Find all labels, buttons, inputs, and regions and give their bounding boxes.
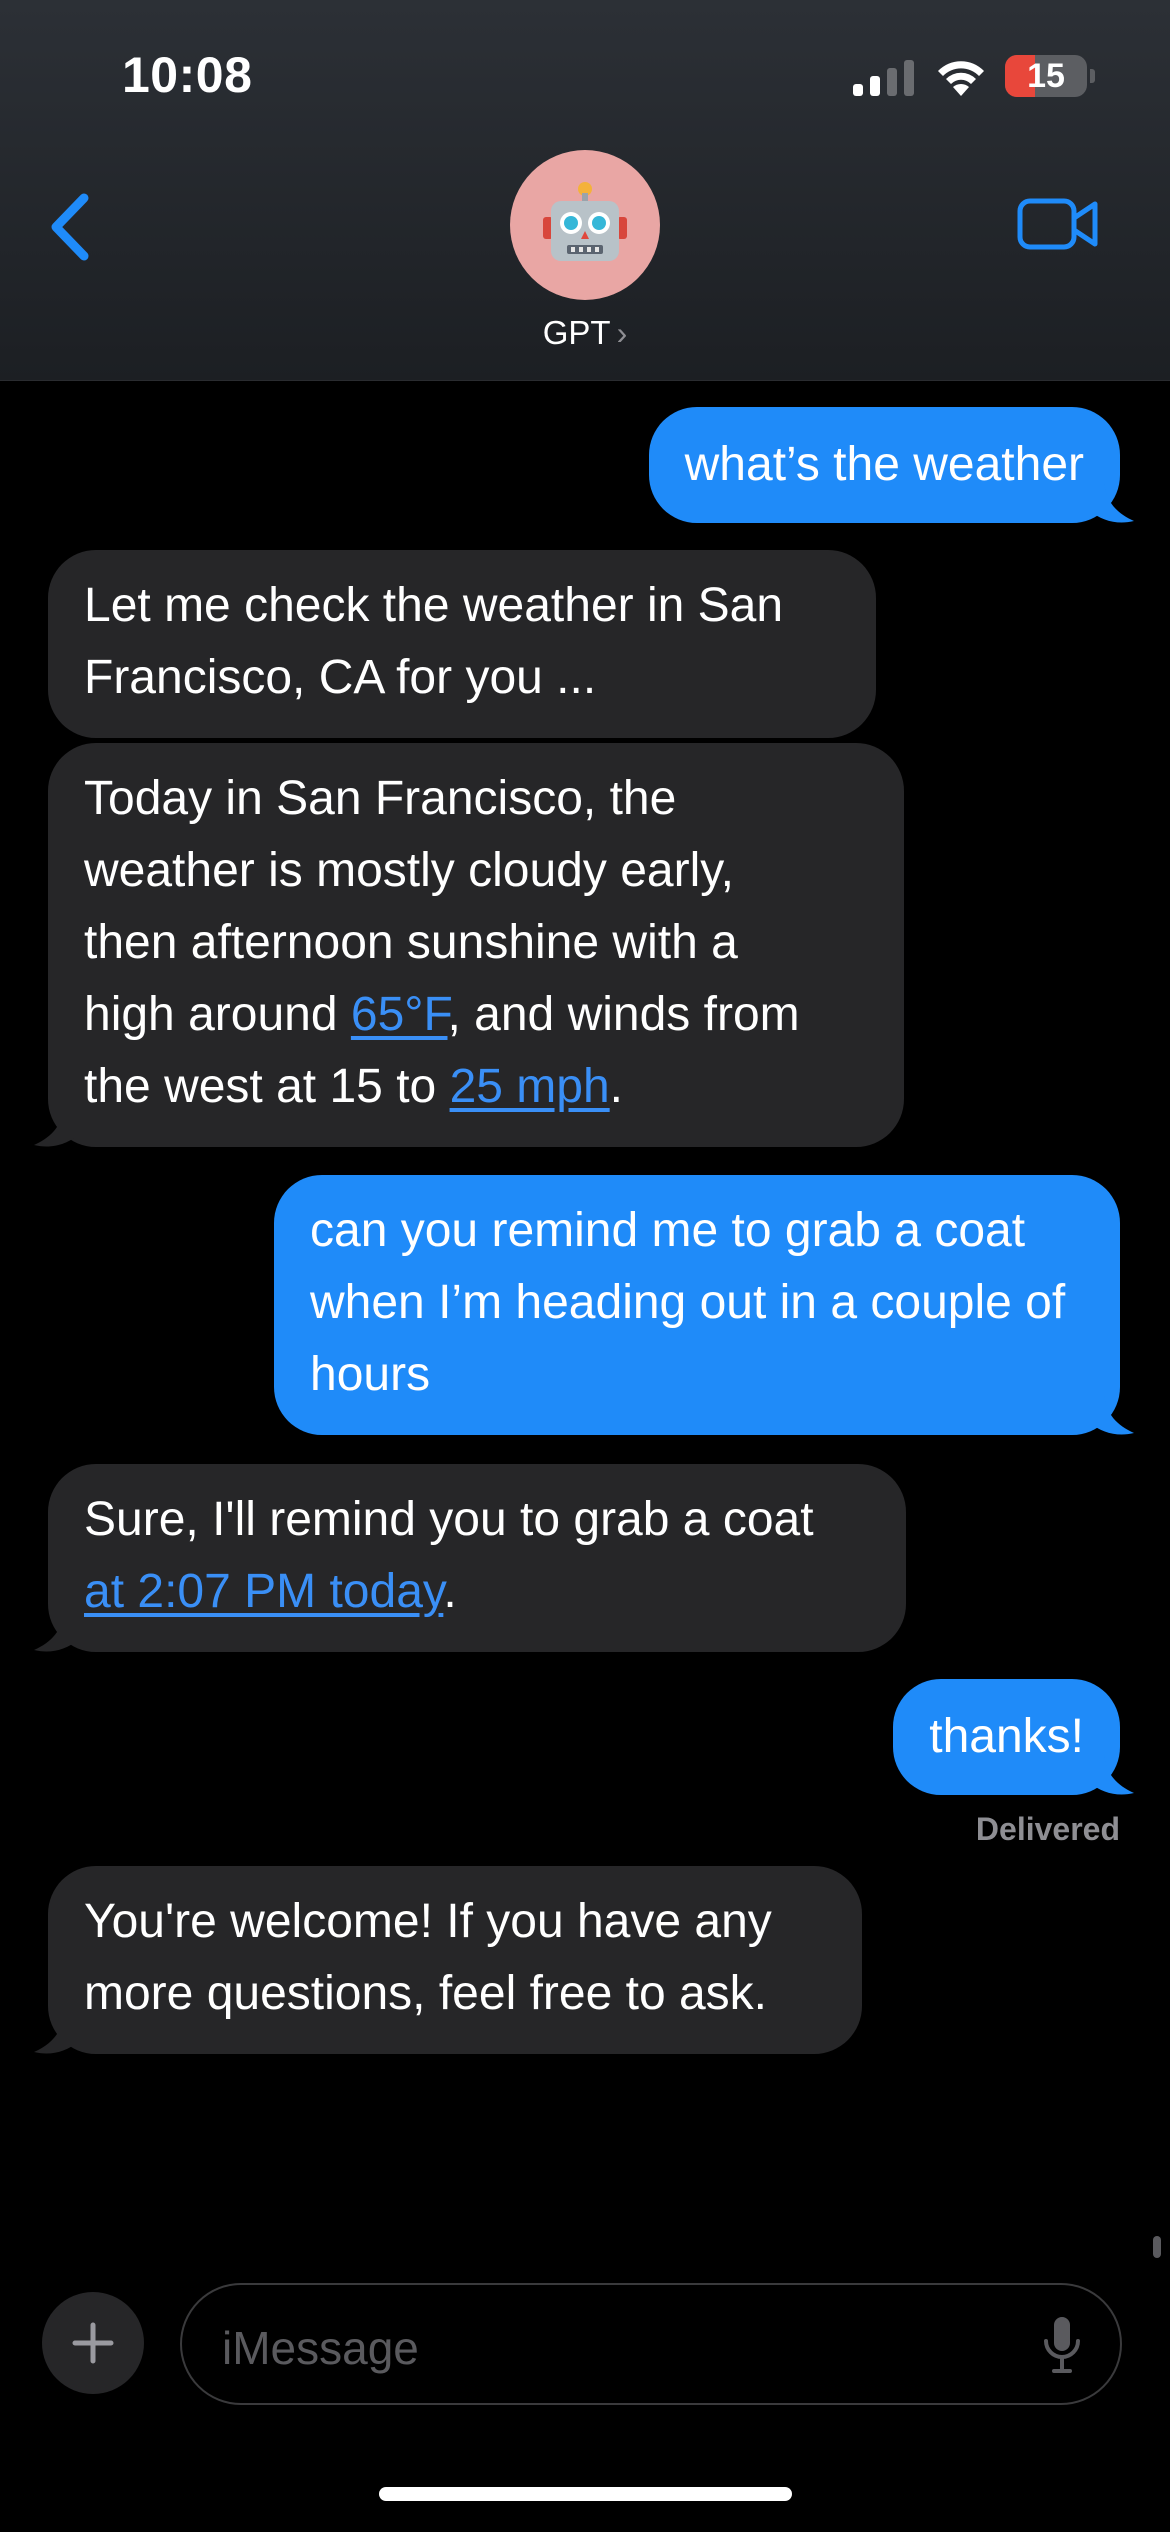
bubble-tail <box>1090 483 1134 523</box>
cellular-signal-icon <box>853 60 914 96</box>
microphone-icon[interactable] <box>1042 2315 1082 2375</box>
message-bubble-incoming[interactable]: Sure, I'll remind you to grab a coat at … <box>48 1464 906 1652</box>
reminder-time-link[interactable]: at 2:07 PM today <box>84 1565 443 1618</box>
message-bubble-outgoing[interactable]: thanks! <box>893 1679 1120 1795</box>
battery-level: 15 <box>1027 56 1065 95</box>
message-line: at 2:07 PM today. <box>84 1556 870 1628</box>
bubble-tail <box>1090 1395 1134 1435</box>
robot-icon <box>543 182 627 261</box>
message-text: You're welcome! If you have any more que… <box>84 1895 772 2020</box>
bubble-tail <box>34 2014 78 2054</box>
contact-name: GPT <box>542 314 611 351</box>
temperature-link[interactable]: 65°F <box>351 988 448 1041</box>
conversation-header: 10:08 15 GPT › <box>0 0 1170 381</box>
bubble-tail <box>34 1107 78 1147</box>
apps-plus-button[interactable] <box>42 2292 144 2394</box>
message-line: the west at 15 to 25 mph. <box>84 1051 868 1123</box>
message-text: . <box>443 1565 457 1618</box>
message-bubble-incoming[interactable]: Let me check the weather in San Francisc… <box>48 550 876 738</box>
message-text: Let me check the weather in San Francisc… <box>84 579 784 704</box>
message-bubble-outgoing[interactable]: what’s the weather <box>648 407 1120 523</box>
battery-tip <box>1090 69 1095 83</box>
message-text: thanks! <box>929 1710 1084 1763</box>
delivered-status: Delivered <box>975 1811 1120 1847</box>
message-line: then afternoon sunshine with a <box>84 916 738 969</box>
message-line: weather is mostly cloudy early, <box>84 844 735 897</box>
battery-icon: 15 <box>1005 55 1087 97</box>
contact-avatar[interactable] <box>510 150 660 300</box>
home-indicator[interactable] <box>379 2487 792 2501</box>
video-camera-icon[interactable] <box>1017 196 1099 252</box>
message-bubble-outgoing[interactable]: can you remind me to grab a coat when I’… <box>274 1175 1120 1435</box>
message-text: . <box>609 1060 624 1113</box>
bubble-tail <box>34 1612 78 1652</box>
imessage-input[interactable]: iMessage <box>180 2283 1122 2405</box>
message-bubble-incoming[interactable]: Today in San Francisco, the weather is m… <box>48 743 904 1147</box>
bubble-tail <box>1090 1755 1134 1795</box>
message-bubble-incoming[interactable]: You're welcome! If you have any more que… <box>48 1866 862 2054</box>
plus-icon <box>72 2322 114 2364</box>
message-text: what’s the weather <box>684 438 1084 491</box>
back-chevron-icon[interactable] <box>44 190 96 264</box>
wifi-icon <box>938 61 984 96</box>
status-time: 10:08 <box>122 47 253 103</box>
message-line: Sure, I'll remind you to grab a coat <box>84 1493 814 1546</box>
wind-speed-link[interactable]: 25 mph <box>450 1060 610 1113</box>
contact-name-button[interactable]: GPT › <box>0 314 1170 352</box>
message-line: Today in San Francisco, the <box>84 772 677 825</box>
messages-screen: 10:08 15 GPT › what’s the weather Let me… <box>0 0 1170 2532</box>
message-text: can you remind me to grab a coat when I’… <box>310 1204 1066 1401</box>
chevron-right-icon: › <box>616 315 628 351</box>
message-text: high around <box>84 988 351 1041</box>
scroll-indicator[interactable] <box>1153 2236 1161 2258</box>
message-text: the west at 15 to <box>84 1060 450 1113</box>
message-text: , and winds from <box>447 988 800 1041</box>
input-placeholder: iMessage <box>222 2322 419 2374</box>
message-line: high around 65°F, and winds from <box>84 979 868 1051</box>
